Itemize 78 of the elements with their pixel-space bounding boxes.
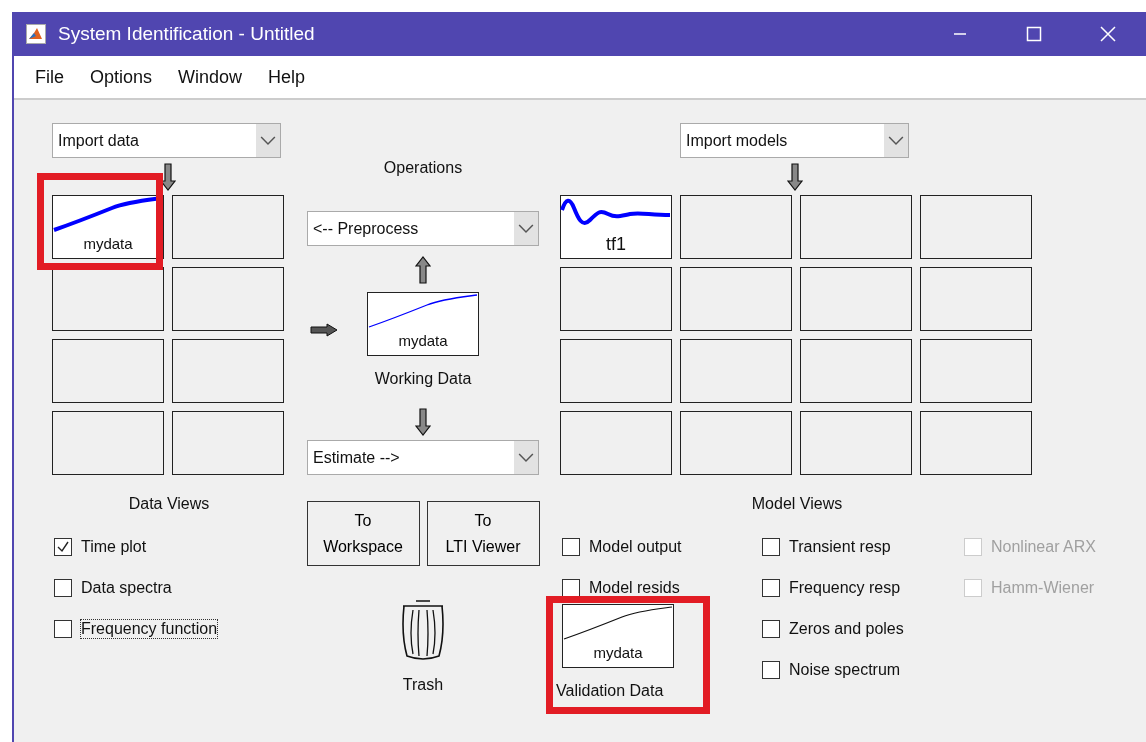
checkbox-label[interactable]: Zeros and poles <box>789 620 904 638</box>
section-title: Operations <box>383 159 463 178</box>
down-arrow-icon <box>787 163 803 191</box>
model-slot[interactable] <box>680 267 792 331</box>
checkbox[interactable] <box>762 538 780 556</box>
action-button[interactable]: To LTI Viewer <box>426 501 540 566</box>
action-button[interactable]: To Workspace <box>306 501 420 566</box>
checkbox-label[interactable]: Time plot <box>81 538 147 556</box>
data-slot[interactable] <box>172 411 284 475</box>
caret-icon <box>884 124 908 157</box>
close-icon[interactable] <box>1100 26 1116 42</box>
checkbox-label[interactable]: Noise spectrum <box>789 661 901 679</box>
checkbox-label[interactable]: Frequency function <box>81 620 218 638</box>
checkbox-label[interactable]: Transient resp <box>789 538 891 556</box>
data-slot[interactable] <box>172 195 284 259</box>
checkbox[interactable] <box>54 579 72 597</box>
checkbox-label[interactable]: Model resids <box>589 579 680 597</box>
model-slot[interactable] <box>800 411 912 475</box>
model-slot[interactable] <box>800 339 912 403</box>
model-slot[interactable] <box>680 195 792 259</box>
slot-label: mydata <box>398 331 448 351</box>
dropdown[interactable]: Estimate --> <box>307 440 539 475</box>
menu-item[interactable]: Options <box>77 66 166 88</box>
model-slot[interactable]: tf1 <box>560 195 672 259</box>
checkbox-label[interactable]: Frequency resp <box>789 579 901 597</box>
checkbox[interactable] <box>762 579 780 597</box>
caret-icon <box>514 212 538 245</box>
model-slot[interactable] <box>560 339 672 403</box>
model-slot[interactable] <box>560 411 672 475</box>
model-slot[interactable] <box>800 267 912 331</box>
model-slot[interactable] <box>680 411 792 475</box>
caret-icon <box>256 124 280 157</box>
menu-item[interactable]: Window <box>165 66 256 88</box>
maximize-icon[interactable] <box>1026 26 1042 42</box>
section-title: Data Views <box>127 495 211 514</box>
checkbox[interactable] <box>562 538 580 556</box>
dropdown[interactable]: <-- Preprocess <box>307 211 539 246</box>
section-title: Model Views <box>750 495 844 514</box>
checkbox[interactable] <box>562 579 580 597</box>
right-arrow-icon <box>310 323 338 337</box>
data-slot[interactable] <box>52 339 164 403</box>
validation-data-slot[interactable]: mydata <box>562 604 674 668</box>
checkbox-label[interactable]: Model output <box>589 538 682 556</box>
down-arrow-icon <box>415 408 431 436</box>
caret-icon <box>514 441 538 474</box>
data-slot[interactable] <box>172 267 284 331</box>
data-slot[interactable] <box>52 267 164 331</box>
slot-label: tf1 <box>606 234 626 254</box>
slot-label: mydata <box>83 234 133 254</box>
app-icon <box>26 24 46 44</box>
dropdown[interactable]: Import models <box>680 123 909 158</box>
trash-icon[interactable] <box>399 598 447 662</box>
checkbox-label[interactable]: Data spectra <box>81 579 172 597</box>
model-slot[interactable] <box>800 195 912 259</box>
data-slot[interactable] <box>52 411 164 475</box>
data-slot[interactable] <box>172 339 284 403</box>
checkbox[interactable] <box>762 620 780 638</box>
working-data-slot[interactable]: mydata <box>367 292 479 356</box>
checkbox[interactable] <box>762 661 780 679</box>
model-slot[interactable] <box>920 339 1032 403</box>
model-slot[interactable] <box>920 195 1032 259</box>
slot-caption: Working Data <box>374 370 472 388</box>
down-arrow-icon <box>160 163 176 191</box>
slot-label: mydata <box>593 643 643 663</box>
model-slot[interactable] <box>560 267 672 331</box>
dropdown[interactable]: Import data <box>52 123 281 158</box>
model-slot[interactable] <box>920 411 1032 475</box>
model-slot[interactable] <box>920 267 1032 331</box>
window-title: System Identification - Untitled <box>58 23 315 45</box>
trash-label: Trash <box>402 676 444 694</box>
model-slot[interactable] <box>680 339 792 403</box>
slot-caption: Validation Data <box>556 682 664 700</box>
checkbox[interactable] <box>54 538 72 556</box>
data-slot[interactable]: mydata <box>52 195 164 259</box>
up-arrow-icon <box>415 256 431 284</box>
menu-item[interactable]: Help <box>255 66 319 88</box>
menu-item[interactable]: File <box>22 66 77 88</box>
checkbox[interactable] <box>54 620 72 638</box>
